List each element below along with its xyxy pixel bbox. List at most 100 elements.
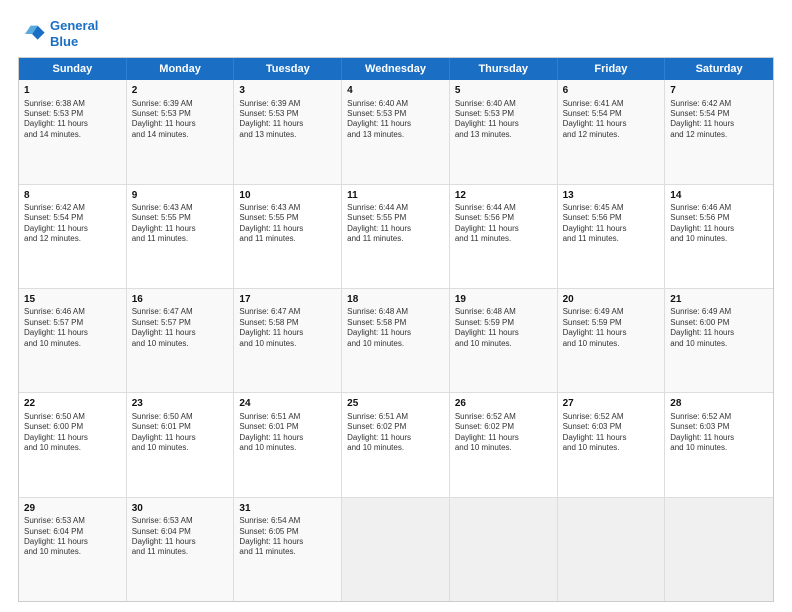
calendar-row-2: 8Sunrise: 6:42 AMSunset: 5:54 PMDaylight…	[19, 185, 773, 289]
cell-line: and 10 minutes.	[239, 339, 336, 349]
day-number: 30	[132, 502, 229, 516]
cell-line: Sunrise: 6:42 AM	[24, 203, 121, 213]
cell-line: Sunrise: 6:51 AM	[347, 412, 444, 422]
calendar: SundayMondayTuesdayWednesdayThursdayFrid…	[18, 57, 774, 602]
cell-line: and 10 minutes.	[239, 443, 336, 453]
cell-line: Daylight: 11 hours	[24, 537, 121, 547]
day-number: 21	[670, 293, 768, 307]
cell-line: Sunset: 6:05 PM	[239, 527, 336, 537]
day-number: 15	[24, 293, 121, 307]
cell-line: Daylight: 11 hours	[563, 224, 660, 234]
calendar-row-3: 15Sunrise: 6:46 AMSunset: 5:57 PMDayligh…	[19, 289, 773, 393]
cell-line: Daylight: 11 hours	[670, 433, 768, 443]
day-number: 18	[347, 293, 444, 307]
cell-line: Sunrise: 6:38 AM	[24, 99, 121, 109]
cell-line: Sunrise: 6:48 AM	[347, 307, 444, 317]
cell-line: Daylight: 11 hours	[670, 328, 768, 338]
cell-line: and 10 minutes.	[563, 339, 660, 349]
cell-line: Sunset: 6:02 PM	[455, 422, 552, 432]
day-number: 25	[347, 397, 444, 411]
day-number: 19	[455, 293, 552, 307]
cell-line: and 11 minutes.	[239, 547, 336, 557]
day-number: 26	[455, 397, 552, 411]
logo-icon	[18, 20, 46, 48]
cell-line: Sunset: 6:00 PM	[24, 422, 121, 432]
cell-line: and 10 minutes.	[670, 443, 768, 453]
day-cell-25: 25Sunrise: 6:51 AMSunset: 6:02 PMDayligh…	[342, 393, 450, 496]
day-cell-8: 8Sunrise: 6:42 AMSunset: 5:54 PMDaylight…	[19, 185, 127, 288]
day-cell-22: 22Sunrise: 6:50 AMSunset: 6:00 PMDayligh…	[19, 393, 127, 496]
cell-line: and 10 minutes.	[24, 547, 121, 557]
logo-general: General	[50, 18, 98, 33]
cell-line: Sunrise: 6:39 AM	[132, 99, 229, 109]
cell-line: Sunrise: 6:53 AM	[132, 516, 229, 526]
header-day-friday: Friday	[558, 58, 666, 80]
header-day-wednesday: Wednesday	[342, 58, 450, 80]
day-number: 29	[24, 502, 121, 516]
day-number: 22	[24, 397, 121, 411]
cell-line: Daylight: 11 hours	[347, 433, 444, 443]
cell-line: Sunset: 5:55 PM	[347, 213, 444, 223]
day-cell-11: 11Sunrise: 6:44 AMSunset: 5:55 PMDayligh…	[342, 185, 450, 288]
cell-line: Sunrise: 6:52 AM	[455, 412, 552, 422]
logo: General Blue	[18, 18, 98, 49]
day-cell-7: 7Sunrise: 6:42 AMSunset: 5:54 PMDaylight…	[665, 80, 773, 183]
day-cell-17: 17Sunrise: 6:47 AMSunset: 5:58 PMDayligh…	[234, 289, 342, 392]
day-cell-18: 18Sunrise: 6:48 AMSunset: 5:58 PMDayligh…	[342, 289, 450, 392]
day-cell-2: 2Sunrise: 6:39 AMSunset: 5:53 PMDaylight…	[127, 80, 235, 183]
cell-line: Sunset: 5:58 PM	[239, 318, 336, 328]
cell-line: Daylight: 11 hours	[132, 119, 229, 129]
calendar-row-1: 1Sunrise: 6:38 AMSunset: 5:53 PMDaylight…	[19, 80, 773, 184]
day-cell-4: 4Sunrise: 6:40 AMSunset: 5:53 PMDaylight…	[342, 80, 450, 183]
day-cell-19: 19Sunrise: 6:48 AMSunset: 5:59 PMDayligh…	[450, 289, 558, 392]
cell-line: and 10 minutes.	[347, 339, 444, 349]
cell-line: Sunrise: 6:51 AM	[239, 412, 336, 422]
day-number: 14	[670, 189, 768, 203]
cell-line: and 10 minutes.	[670, 339, 768, 349]
cell-line: Sunrise: 6:44 AM	[347, 203, 444, 213]
cell-line: Daylight: 11 hours	[455, 224, 552, 234]
cell-line: Sunset: 5:54 PM	[670, 109, 768, 119]
day-number: 5	[455, 84, 552, 98]
day-number: 10	[239, 189, 336, 203]
cell-line: Daylight: 11 hours	[24, 224, 121, 234]
cell-line: Sunrise: 6:50 AM	[24, 412, 121, 422]
day-number: 8	[24, 189, 121, 203]
day-number: 28	[670, 397, 768, 411]
day-cell-6: 6Sunrise: 6:41 AMSunset: 5:54 PMDaylight…	[558, 80, 666, 183]
empty-cell	[665, 498, 773, 601]
cell-line: Sunrise: 6:52 AM	[670, 412, 768, 422]
cell-line: Daylight: 11 hours	[347, 119, 444, 129]
cell-line: Sunset: 5:55 PM	[239, 213, 336, 223]
day-number: 24	[239, 397, 336, 411]
cell-line: Daylight: 11 hours	[347, 224, 444, 234]
day-cell-3: 3Sunrise: 6:39 AMSunset: 5:53 PMDaylight…	[234, 80, 342, 183]
cell-line: and 12 minutes.	[670, 130, 768, 140]
cell-line: Daylight: 11 hours	[239, 433, 336, 443]
header-day-sunday: Sunday	[19, 58, 127, 80]
day-number: 9	[132, 189, 229, 203]
cell-line: Sunrise: 6:43 AM	[132, 203, 229, 213]
empty-cell	[342, 498, 450, 601]
empty-cell	[450, 498, 558, 601]
day-cell-13: 13Sunrise: 6:45 AMSunset: 5:56 PMDayligh…	[558, 185, 666, 288]
cell-line: Daylight: 11 hours	[132, 537, 229, 547]
cell-line: and 11 minutes.	[347, 234, 444, 244]
cell-line: Daylight: 11 hours	[239, 537, 336, 547]
cell-line: Sunset: 6:03 PM	[670, 422, 768, 432]
cell-line: Sunset: 5:53 PM	[132, 109, 229, 119]
cell-line: Daylight: 11 hours	[239, 328, 336, 338]
day-number: 3	[239, 84, 336, 98]
day-cell-5: 5Sunrise: 6:40 AMSunset: 5:53 PMDaylight…	[450, 80, 558, 183]
cell-line: and 10 minutes.	[670, 234, 768, 244]
cell-line: Sunrise: 6:47 AM	[132, 307, 229, 317]
day-cell-14: 14Sunrise: 6:46 AMSunset: 5:56 PMDayligh…	[665, 185, 773, 288]
cell-line: Sunset: 5:56 PM	[563, 213, 660, 223]
cell-line: and 12 minutes.	[24, 234, 121, 244]
cell-line: Daylight: 11 hours	[563, 433, 660, 443]
cell-line: Sunset: 5:53 PM	[239, 109, 336, 119]
cell-line: Sunset: 6:04 PM	[24, 527, 121, 537]
cell-line: Sunset: 5:53 PM	[347, 109, 444, 119]
cell-line: Sunset: 5:57 PM	[132, 318, 229, 328]
day-cell-26: 26Sunrise: 6:52 AMSunset: 6:02 PMDayligh…	[450, 393, 558, 496]
